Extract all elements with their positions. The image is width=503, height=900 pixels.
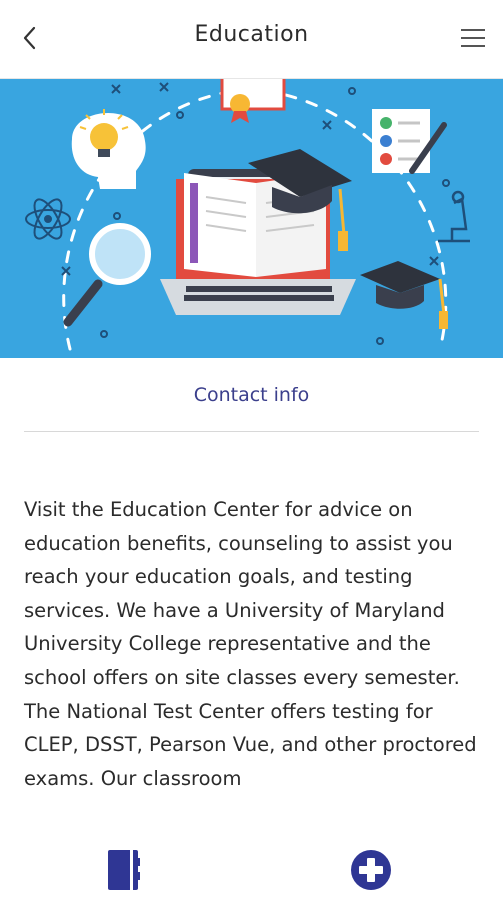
hamburger-menu-icon: [461, 29, 485, 47]
idea-head-icon: [71, 109, 146, 189]
education-description: Visit the Education Center for advice on…: [24, 498, 477, 790]
graduation-cap-icon-2: [360, 261, 448, 329]
microscope-icon: [438, 190, 470, 243]
bottom-tab-bar: [0, 835, 503, 900]
app-header: Education: [0, 0, 503, 79]
magnifier-icon: [63, 223, 151, 327]
directory-book-icon: [108, 850, 140, 890]
diploma-icon: [220, 79, 286, 123]
atom-icon: [25, 198, 71, 240]
directory-tab-button[interactable]: [100, 847, 146, 893]
page-title: Education: [194, 22, 309, 47]
medical-tab-button[interactable]: [348, 847, 394, 893]
medical-cross-icon: [351, 850, 391, 890]
contact-info-link[interactable]: Contact info: [0, 384, 503, 406]
education-hero-illustration: [0, 79, 503, 358]
menu-button[interactable]: [453, 18, 493, 58]
divider: [24, 431, 479, 432]
checklist-icon: [372, 109, 447, 174]
